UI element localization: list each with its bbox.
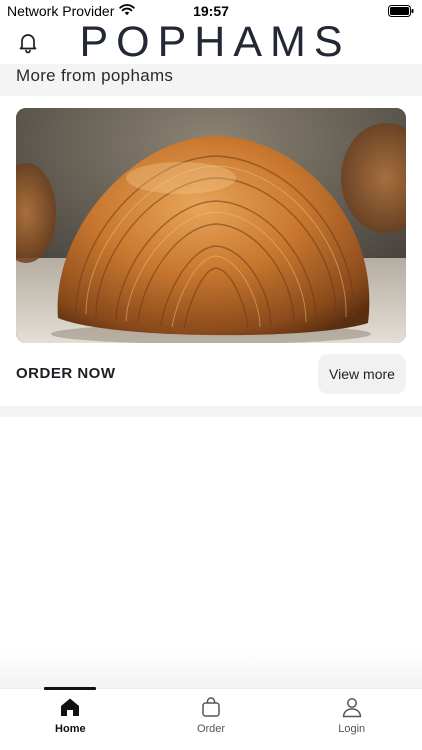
tab-home-label: Home bbox=[55, 723, 86, 735]
tab-login-label: Login bbox=[338, 723, 366, 735]
app-screen: Network Provider 19:57 POPHAMS More from… bbox=[0, 0, 422, 750]
user-icon bbox=[341, 696, 363, 718]
section-header: More from pophams bbox=[0, 64, 422, 96]
order-now-link[interactable]: ORDER NOW bbox=[16, 365, 116, 382]
home-icon bbox=[59, 696, 81, 718]
battery-icon bbox=[388, 4, 414, 20]
view-more-button[interactable]: View more bbox=[318, 354, 406, 394]
tab-order-label: Order bbox=[196, 723, 226, 735]
tab-order[interactable]: Order bbox=[141, 689, 282, 750]
status-time: 19:57 bbox=[193, 3, 229, 19]
brand-logo: POPHAMS bbox=[79, 18, 351, 66]
tab-login[interactable]: Login bbox=[281, 689, 422, 750]
bottom-fade bbox=[0, 650, 422, 688]
bag-icon bbox=[200, 696, 222, 718]
section-title: More from pophams bbox=[16, 66, 174, 85]
promo-card: ORDER NOW View more bbox=[0, 96, 422, 406]
active-tab-indicator bbox=[44, 687, 97, 690]
section-divider bbox=[0, 406, 422, 417]
app-header: POPHAMS bbox=[0, 20, 422, 64]
card-footer: ORDER NOW View more bbox=[16, 354, 406, 396]
croissant-photo[interactable] bbox=[16, 108, 406, 343]
tab-bar: Home Order Login bbox=[0, 687, 422, 750]
tab-home[interactable]: Home bbox=[0, 687, 141, 750]
